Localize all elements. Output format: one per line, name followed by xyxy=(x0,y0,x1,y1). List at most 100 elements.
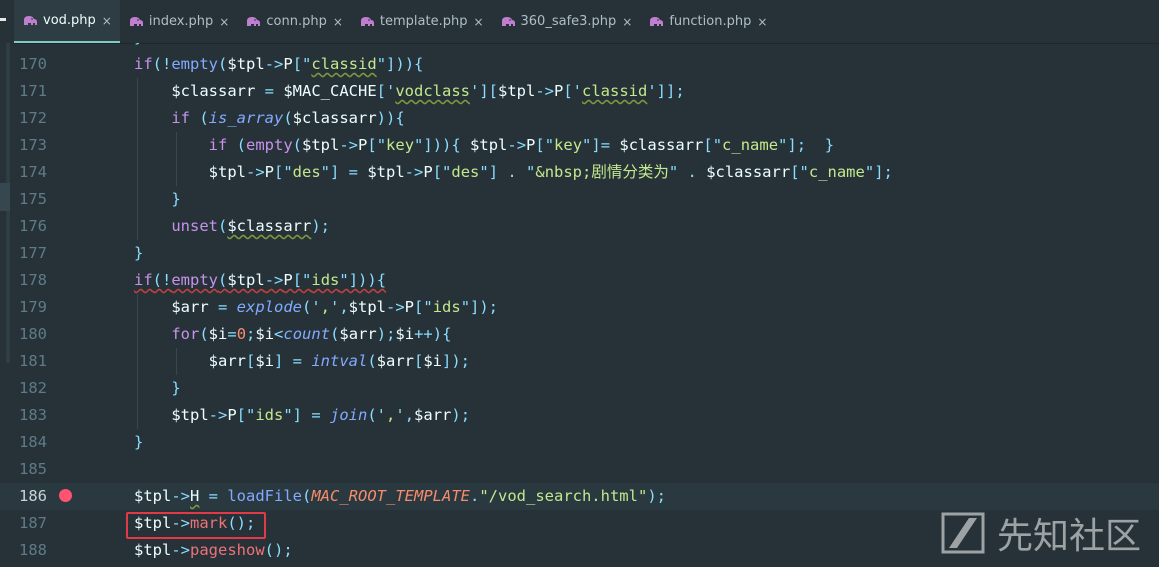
code-line[interactable]: 172 if (is_array($classarr)){ xyxy=(0,105,1159,132)
code-token: ); xyxy=(376,325,396,343)
code-text: if (empty($tpl->P["key"])){ $tpl->P["key… xyxy=(134,132,834,159)
code-token: } xyxy=(134,379,181,397)
code-token: -> xyxy=(171,514,190,532)
code-token: $classarr xyxy=(134,82,256,100)
code-token: [' xyxy=(563,82,582,100)
line-number[interactable]: 188 xyxy=(14,537,47,564)
code-token: (); xyxy=(227,514,256,532)
close-icon[interactable]: × xyxy=(333,15,343,29)
line-number[interactable]: 175 xyxy=(14,186,47,213)
code-token: = xyxy=(227,325,237,343)
code-token: P xyxy=(283,271,293,289)
code-token: des xyxy=(292,163,321,181)
code-token: ( xyxy=(218,271,228,289)
close-icon[interactable]: × xyxy=(473,15,483,29)
code-token: $i xyxy=(208,325,228,343)
watermark-text: 先知社区 xyxy=(996,516,1141,557)
code-token: = xyxy=(255,82,284,100)
code-token: ids xyxy=(432,298,461,316)
line-number[interactable]: 178 xyxy=(14,267,47,294)
code-line[interactable]: 176 unset($classarr); xyxy=(0,213,1159,240)
code-text: unset($classarr); xyxy=(134,213,330,240)
code-text: } xyxy=(134,375,181,402)
code-line[interactable]: 184} xyxy=(0,429,1159,456)
code-token: -> xyxy=(171,487,190,505)
line-number[interactable]: 187 xyxy=(14,510,47,537)
code-token: H xyxy=(190,487,200,505)
code-token: $classarr xyxy=(227,217,312,235)
tab-function-php[interactable]: function.php × xyxy=(640,0,775,43)
tool-window-toggle[interactable] xyxy=(0,18,6,21)
tab-template-php[interactable]: template.php × xyxy=(351,0,492,43)
close-icon[interactable]: × xyxy=(757,15,767,29)
code-token: c_name xyxy=(722,136,779,154)
tab-360-safe3-php[interactable]: 360_safe3.php × xyxy=(492,0,641,43)
code-token: $classarr xyxy=(619,136,704,154)
code-line[interactable]: 175 } xyxy=(0,186,1159,213)
line-number[interactable]: 182 xyxy=(14,375,47,402)
code-line[interactable]: 170 if(!empty($tpl->P["classid"])){ xyxy=(0,51,1159,78)
line-number[interactable]: 185 xyxy=(14,456,47,483)
line-number[interactable]: 186 xyxy=(14,483,47,510)
code-token: "]); xyxy=(460,298,499,316)
line-number[interactable]: 184 xyxy=(14,429,47,456)
code-line[interactable]: 186 $tpl->H = loadFile(MAC_ROOT_TEMPLATE.… xyxy=(0,483,1159,510)
close-icon[interactable]: × xyxy=(102,14,112,28)
line-number[interactable]: 176 xyxy=(14,213,47,240)
line-number[interactable]: 180 xyxy=(14,321,47,348)
code-token: $tpl xyxy=(134,163,246,181)
code-editor[interactable]: 169 } 170if(!empty($tpl->P["classid"])){… xyxy=(0,43,1159,567)
code-token: -> xyxy=(386,298,405,316)
code-line[interactable]: 180 for($i=0;$i<count($arr);$i++){ xyxy=(0,321,1159,348)
line-number[interactable]: 177 xyxy=(14,240,47,267)
tab-conn-php[interactable]: conn.php × xyxy=(237,0,351,43)
tab-label: vod.php xyxy=(43,13,96,28)
line-number[interactable]: 179 xyxy=(14,294,47,321)
line-number[interactable]: 181 xyxy=(14,348,47,375)
code-token: is_array xyxy=(208,109,284,127)
code-token: -> xyxy=(404,163,424,181)
close-icon[interactable]: × xyxy=(219,15,229,29)
indent-guide xyxy=(137,78,138,240)
code-token: ( xyxy=(302,487,312,505)
code-line[interactable]: 173 if (empty($tpl->P["key"])){ $tpl->P[… xyxy=(0,132,1159,159)
code-token: if xyxy=(134,271,153,289)
code-token: $tpl xyxy=(348,298,386,316)
code-line[interactable]: 183 $tpl->P["ids"] = join(',',$arr); xyxy=(0,402,1159,429)
line-number[interactable]: 170 xyxy=(14,51,47,78)
line-number[interactable]: 173 xyxy=(14,132,47,159)
tab-index-php[interactable]: index.php × xyxy=(120,0,238,43)
line-number[interactable]: 183 xyxy=(14,402,47,429)
code-token: -> xyxy=(264,55,284,73)
code-line[interactable]: 171 $classarr = $MAC_CACHE['vodclass'][$… xyxy=(0,78,1159,105)
code-token: $i xyxy=(395,325,415,343)
code-token: [" xyxy=(414,298,433,316)
close-icon[interactable]: × xyxy=(622,15,632,29)
code-token: $tpl xyxy=(227,271,265,289)
code-token: vodclass xyxy=(395,82,470,100)
breakpoint-dot-icon[interactable] xyxy=(59,489,72,502)
code-token: "] = xyxy=(320,163,368,181)
code-line[interactable]: 174 $tpl->P["des"] = $tpl->P["des"] . "&… xyxy=(0,159,1159,186)
code-line[interactable]: 179 $arr = explode(',',$tpl->P["ids"]); xyxy=(0,294,1159,321)
code-line[interactable]: 181 $arr[$i] = intval($arr[$i]); xyxy=(0,348,1159,375)
code-token: -> xyxy=(171,541,190,559)
line-number[interactable]: 172 xyxy=(14,105,47,132)
line-number[interactable]: 174 xyxy=(14,159,47,186)
code-token: P xyxy=(404,298,415,316)
code-token: c_name xyxy=(808,163,865,181)
tab-label: conn.php xyxy=(266,14,327,29)
code-line[interactable]: 185 xyxy=(0,456,1159,483)
code-line[interactable]: 182 } xyxy=(0,375,1159,402)
code-token: -> xyxy=(339,136,359,154)
code-line[interactable]: 177} xyxy=(0,240,1159,267)
code-token: ids xyxy=(255,406,284,424)
code-token: [ xyxy=(414,352,424,370)
tab-list: vod.php × index.php × conn.php × template.php ×… xyxy=(14,0,775,43)
code-token: "])){ xyxy=(339,271,387,289)
code-token: "]; xyxy=(864,163,893,181)
line-number[interactable]: 171 xyxy=(14,78,47,105)
code-line[interactable]: 178 if(!empty($tpl->P["ids"])){ xyxy=(0,267,1159,294)
tab-vod-php[interactable]: vod.php × xyxy=(14,0,120,43)
php-elephant-icon xyxy=(360,16,374,26)
